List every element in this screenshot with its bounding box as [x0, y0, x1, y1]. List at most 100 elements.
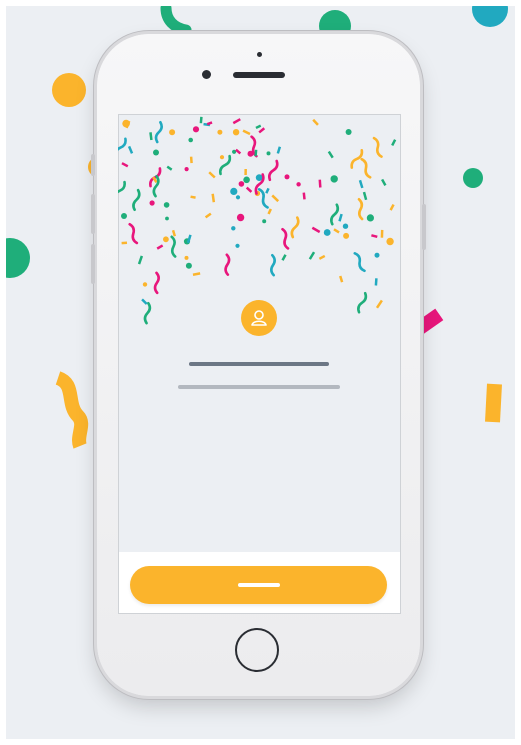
confetti-piece-27 [374, 252, 380, 258]
confetti-piece-41 [235, 243, 240, 248]
confetti-piece-111 [267, 208, 272, 215]
confetti-piece-25 [121, 241, 128, 245]
confetti-piece-28 [142, 282, 148, 287]
confetti-piece-79 [308, 251, 316, 260]
confetti-piece-68 [217, 129, 223, 135]
phone-power-button [422, 204, 426, 250]
confetti-piece-7 [389, 203, 395, 211]
confetti-piece-21 [184, 255, 189, 260]
confetti-piece-75 [199, 116, 203, 124]
confetti-piece-108 [192, 126, 200, 133]
confetti-piece-109 [372, 136, 383, 158]
confetti-piece-59 [276, 146, 282, 154]
button-label-placeholder [237, 583, 280, 587]
confetti-piece-65 [380, 229, 384, 238]
confetti-piece-30 [366, 214, 374, 222]
confetti-piece-49 [281, 254, 287, 261]
confetti-piece-35 [330, 203, 340, 226]
teal-circle-corner [472, 6, 508, 27]
confetti-piece-36 [132, 188, 141, 212]
subtitle-placeholder-line [178, 385, 340, 389]
confetti-piece-87 [190, 195, 196, 199]
confetti-piece-2 [258, 127, 266, 134]
confetti-piece-54 [224, 253, 231, 276]
confetti-piece-63 [353, 252, 366, 273]
confetti-piece-43 [137, 255, 144, 265]
confetti-piece-64 [204, 212, 212, 219]
confetti-piece-77 [236, 213, 245, 222]
confetti-piece-16 [208, 171, 216, 179]
confetti-piece-24 [184, 167, 189, 172]
phone-volume-down [91, 244, 95, 284]
phone-screen [118, 114, 401, 614]
confetti-piece-8 [330, 175, 338, 183]
confetti-piece-56 [189, 156, 193, 164]
phone-frame [91, 34, 426, 696]
confetti-piece-82 [386, 237, 394, 246]
primary-action-button[interactable] [130, 566, 387, 604]
confetti-piece-23 [255, 124, 262, 130]
confetti-piece-45 [318, 254, 326, 260]
sensor-dot [257, 52, 262, 57]
confetti-piece-12 [381, 178, 387, 187]
confetti-piece-88 [311, 226, 321, 234]
confetti-piece-98 [219, 155, 225, 160]
confetti-piece-5 [375, 299, 383, 309]
confetti-piece-105 [358, 179, 364, 189]
confetti-piece-10 [231, 226, 236, 231]
confetti-piece-47 [357, 291, 368, 314]
confetti-piece-6 [235, 195, 241, 200]
confetti-piece-20 [127, 145, 134, 154]
green-circle-right [463, 168, 483, 188]
confetti-piece-60 [121, 213, 127, 219]
confetti-piece-97 [391, 139, 397, 147]
confetti-piece-18 [143, 301, 152, 325]
confetti-piece-112 [343, 232, 350, 239]
confetti-piece-40 [284, 174, 290, 180]
yellow-ribbon-left [54, 371, 89, 449]
confetti-piece-90 [281, 227, 290, 250]
confetti-piece-22 [128, 223, 139, 245]
confetti-piece-15 [374, 278, 378, 286]
confetti-piece-31 [302, 192, 306, 200]
home-button-icon[interactable] [235, 628, 279, 672]
green-ribbon-top [160, 6, 192, 36]
confetti-piece-104 [290, 216, 300, 239]
confetti-piece-107 [118, 137, 127, 158]
confetti-piece-61 [149, 132, 153, 141]
confetti-piece-72 [238, 181, 245, 187]
confetti-piece-70 [245, 186, 253, 193]
confetti-piece-52 [271, 194, 280, 203]
confetti-piece-110 [153, 271, 160, 295]
confetti-piece-11 [242, 129, 251, 136]
confetti-piece-34 [141, 298, 148, 305]
confetti-piece-51 [156, 244, 164, 250]
confetti-piece-100 [169, 129, 176, 136]
confetti-piece-48 [232, 129, 240, 136]
confetti-piece-74 [149, 200, 155, 206]
confetti-piece-58 [163, 202, 170, 208]
confetti-piece-32 [362, 191, 368, 201]
confetti-piece-119 [296, 182, 301, 187]
confetti-piece-102 [230, 187, 238, 195]
confetti-piece-117 [360, 157, 372, 179]
confetti-piece-114 [262, 219, 267, 224]
confetti-piece-84 [154, 120, 163, 144]
confetti-piece-37 [163, 236, 169, 243]
confetti-piece-55 [357, 198, 364, 221]
confetti-piece-53 [265, 187, 270, 194]
confetti-piece-3 [333, 228, 340, 234]
confetti-piece-71 [247, 150, 254, 157]
confetti-piece-33 [270, 253, 276, 277]
yellow-circle-left [52, 73, 86, 107]
confetti-piece-106 [318, 179, 322, 188]
confetti-piece-4 [165, 216, 169, 221]
confetti-piece-13 [243, 176, 250, 184]
confetti-piece-50 [371, 234, 378, 239]
yellow-rect-right [485, 383, 502, 423]
confetti-piece-95 [268, 159, 279, 182]
confetti-piece-89 [312, 118, 319, 126]
confetti-piece-96 [323, 229, 331, 236]
user-icon [251, 310, 267, 326]
confetti-piece-78 [339, 275, 344, 283]
